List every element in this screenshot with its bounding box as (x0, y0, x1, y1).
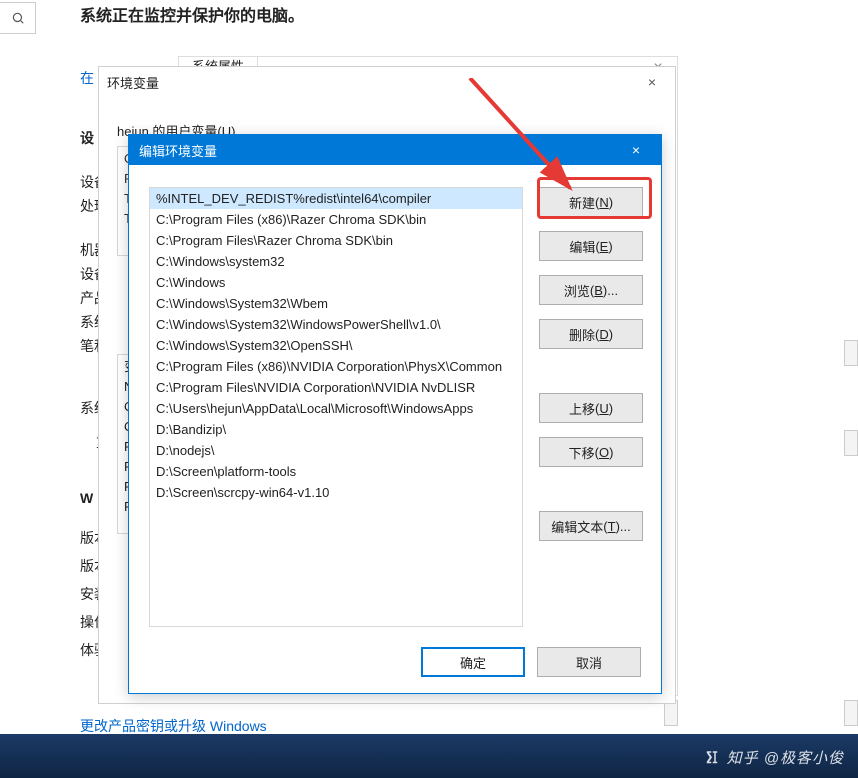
path-entry[interactable]: C:\Program Files\Razer Chroma SDK\bin (150, 230, 522, 251)
dialog-title: 环境变量 (107, 73, 159, 92)
screenshot-stage: 系统正在监控并保护你的电脑。 在 设 设备 处理 机器 设备 产品 系统 笔和 … (0, 0, 858, 778)
move-up-button[interactable]: 上移(U) (539, 393, 643, 423)
move-down-button[interactable]: 下移(O) (539, 437, 643, 467)
dialog-titlebar[interactable]: 编辑环境变量 × (129, 135, 661, 165)
path-entry[interactable]: D:\Screen\platform-tools (150, 461, 522, 482)
path-entry[interactable]: C:\Windows\System32\Wbem (150, 293, 522, 314)
path-entry[interactable]: C:\Windows\system32 (150, 251, 522, 272)
dialog-titlebar[interactable]: 环境变量 × (99, 67, 675, 97)
path-entry[interactable]: C:\Program Files (x86)\Razer Chroma SDK\… (150, 209, 522, 230)
path-entry[interactable]: D:\nodejs\ (150, 440, 522, 461)
edit-text-button[interactable]: 编辑文本(T)... (539, 511, 643, 541)
path-entry[interactable]: C:\Windows\System32\OpenSSH\ (150, 335, 522, 356)
zhihu-icon (703, 749, 721, 767)
edit-environment-variable-dialog: 编辑环境变量 × %INTEL_DEV_REDIST%redist\intel6… (128, 134, 662, 694)
path-entry[interactable]: C:\Program Files\NVIDIA Corporation\NVID… (150, 377, 522, 398)
dialog-title: 编辑环境变量 (139, 141, 217, 160)
left-frag: 设 (80, 128, 94, 148)
close-icon[interactable]: × (621, 135, 651, 165)
path-entry[interactable]: C:\Program Files (x86)\NVIDIA Corporatio… (150, 356, 522, 377)
search-box[interactable] (0, 2, 36, 34)
edit-button[interactable]: 编辑(E) (539, 231, 643, 261)
cancel-button[interactable]: 取消 (537, 647, 641, 677)
path-entry[interactable]: C:\Users\hejun\AppData\Local\Microsoft\W… (150, 398, 522, 419)
delete-button[interactable]: 删除(D) (539, 319, 643, 349)
browse-button[interactable]: 浏览(B)... (539, 275, 643, 305)
close-icon[interactable]: × (637, 67, 667, 97)
security-status-text: 系统正在监控并保护你的电脑。 (80, 2, 304, 26)
left-frag: W (80, 490, 93, 506)
path-entry[interactable]: C:\Windows\System32\WindowsPowerShell\v1… (150, 314, 522, 335)
change-product-key-link[interactable]: 更改产品密钥或升级 Windows (80, 716, 267, 736)
search-icon (11, 11, 25, 25)
path-entries-list[interactable]: %INTEL_DEV_REDIST%redist\intel64\compile… (149, 187, 523, 627)
new-button[interactable]: 新建(N) (539, 187, 643, 217)
ok-button[interactable]: 确定 (421, 647, 525, 677)
path-entry[interactable]: %INTEL_DEV_REDIST%redist\intel64\compile… (150, 188, 522, 209)
path-entry[interactable]: D:\Bandizip\ (150, 419, 522, 440)
path-entry[interactable]: D:\Screen\scrcpy-win64-v1.10 (150, 482, 522, 503)
left-frag-link[interactable]: 在 (80, 68, 94, 88)
watermark: 知乎 @极客小俊 (703, 747, 844, 768)
path-entry[interactable]: C:\Windows (150, 272, 522, 293)
